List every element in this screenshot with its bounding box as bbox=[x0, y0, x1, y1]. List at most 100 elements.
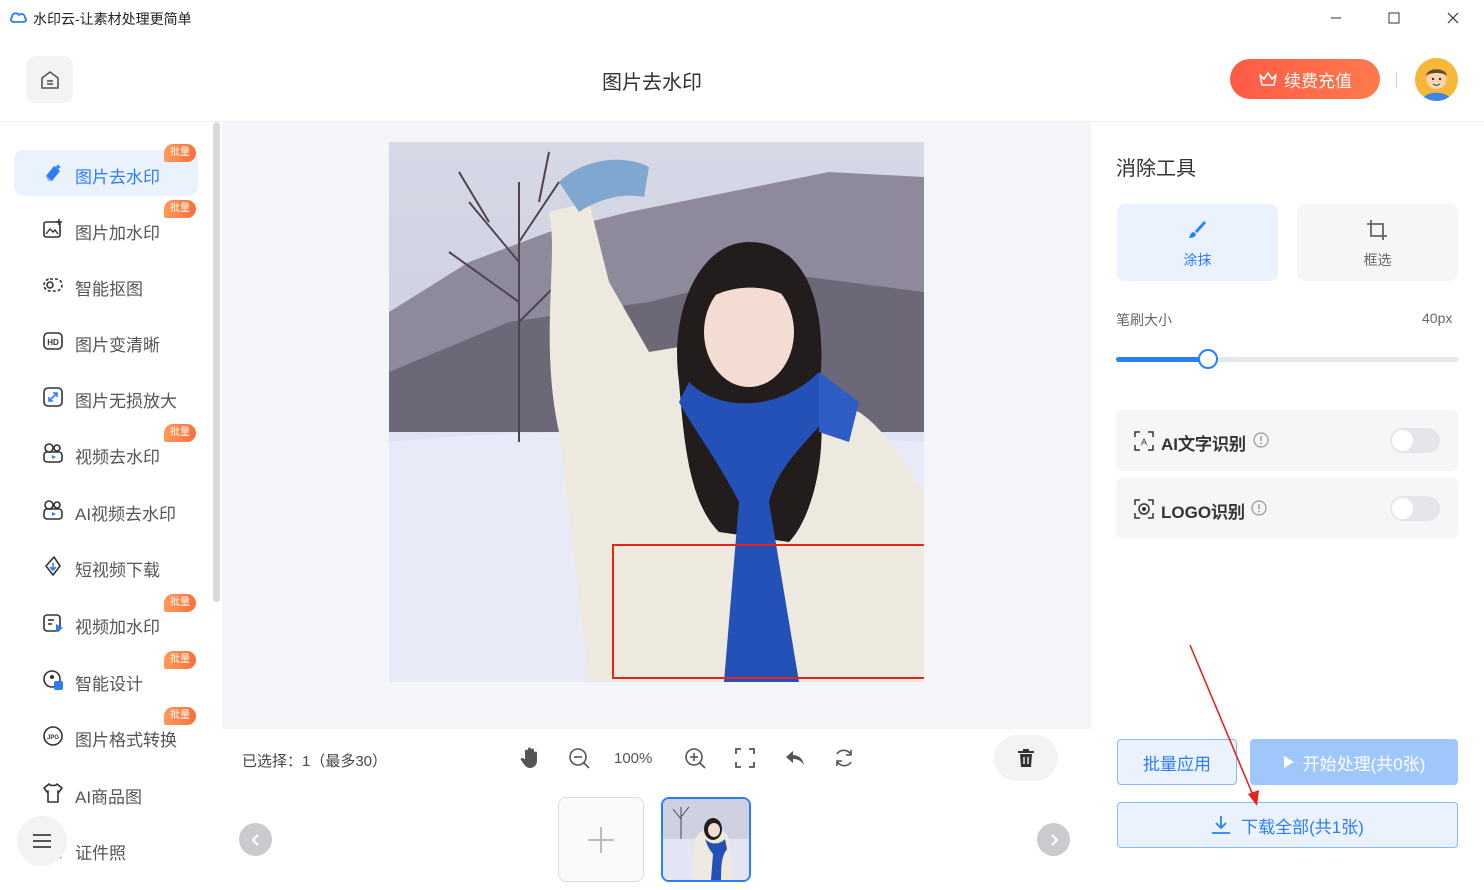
panel-title: 消除工具 bbox=[1116, 158, 1196, 180]
start-process-button[interactable]: 开始处理(共0张) bbox=[1250, 739, 1458, 785]
slider-handle[interactable] bbox=[1198, 349, 1218, 369]
info-icon[interactable] bbox=[1251, 500, 1267, 516]
maximize-button[interactable] bbox=[1371, 0, 1417, 36]
svg-text:JPG: JPG bbox=[47, 735, 59, 741]
info-icon[interactable] bbox=[1253, 432, 1269, 448]
crop-icon bbox=[1367, 220, 1387, 240]
minimize-icon bbox=[1331, 17, 1341, 19]
page-title: 图片去水印 bbox=[602, 72, 702, 94]
sidebar-item-ai-product-image[interactable]: AI商品图 bbox=[14, 770, 198, 816]
sidebar-scrollbar[interactable] bbox=[213, 122, 220, 602]
sidebar-item-label: 证件照 bbox=[75, 844, 126, 863]
sidebar-item-label: 视频加水印 bbox=[75, 618, 160, 637]
enlarge-icon bbox=[43, 387, 63, 407]
image-add-icon bbox=[43, 219, 62, 238]
eraser-tool-panel: 消除工具 涂抹 框选 笔刷大小 40px A AI文字识别 LOGO识别 批量应… bbox=[1091, 122, 1484, 890]
download-all-label: 下载全部(共1张) bbox=[1241, 817, 1364, 837]
reset-button[interactable] bbox=[832, 746, 856, 770]
option-label: LOGO识别 bbox=[1161, 503, 1246, 522]
sidebar-item-video-watermark-add[interactable]: 视频加水印 批量 bbox=[14, 594, 198, 646]
fit-screen-button[interactable] bbox=[733, 746, 757, 770]
brush-size-value: 40px bbox=[1422, 310, 1453, 326]
brush-size-slider[interactable] bbox=[1116, 349, 1458, 369]
thumbnail-illustration bbox=[663, 799, 749, 880]
zoom-in-button[interactable] bbox=[683, 746, 707, 770]
hand-icon bbox=[520, 747, 537, 768]
option-label: AI文字识别 bbox=[1161, 435, 1246, 454]
zoom-in-icon bbox=[685, 748, 706, 769]
chevron-left-icon bbox=[250, 833, 259, 846]
batch-badge: 批量 bbox=[164, 424, 196, 442]
sidebar-item-label: 图片去水印 bbox=[75, 168, 160, 187]
download-all-button[interactable]: 下载全部(共1张) bbox=[1117, 802, 1458, 848]
minimize-button[interactable] bbox=[1313, 0, 1359, 36]
batch-badge: 批量 bbox=[164, 594, 196, 612]
undo-icon bbox=[786, 751, 804, 765]
pan-tool-button[interactable] bbox=[518, 746, 542, 770]
delete-button[interactable] bbox=[994, 735, 1058, 781]
thumbnail-strip bbox=[222, 789, 1091, 890]
toggle-knob bbox=[1392, 430, 1413, 451]
selection-rectangle[interactable] bbox=[612, 544, 924, 679]
sidebar: 图片去水印 批量 图片加水印 批量 智能抠图 HD 图片变清晰 图片无损放大 视… bbox=[0, 122, 222, 890]
brush-icon bbox=[1189, 221, 1206, 238]
batch-badge: 批量 bbox=[164, 144, 196, 162]
add-image-button[interactable] bbox=[558, 797, 644, 882]
more-menu-button[interactable] bbox=[17, 816, 67, 866]
image-canvas[interactable] bbox=[222, 122, 1091, 729]
video-eraser-icon bbox=[43, 443, 63, 463]
sidebar-item-image-watermark-remove[interactable]: 图片去水印 批量 bbox=[14, 144, 198, 196]
canvas-toolbar: 已选择：1（最多30） 100% bbox=[222, 729, 1091, 789]
download-icon bbox=[1212, 816, 1231, 834]
design-icon bbox=[43, 670, 63, 690]
renew-vip-button[interactable]: 续费充值 bbox=[1230, 59, 1380, 99]
eraser-icon bbox=[46, 164, 61, 181]
start-process-label: 开始处理(共0张) bbox=[1302, 754, 1426, 774]
sidebar-item-video-watermark-remove[interactable]: 视频去水印 批量 bbox=[14, 424, 198, 476]
sidebar-item-smart-design[interactable]: 智能设计 批量 bbox=[14, 651, 198, 703]
next-image-button[interactable] bbox=[1037, 823, 1070, 856]
shirt-icon bbox=[43, 783, 63, 803]
app-header: 图片去水印 续费充值 bbox=[0, 36, 1484, 122]
sidebar-item-image-upscale[interactable]: 图片无损放大 bbox=[14, 374, 198, 420]
svg-text:HD: HD bbox=[47, 338, 59, 347]
sidebar-item-label: 图片格式转换 bbox=[75, 731, 177, 750]
sidebar-item-image-sharpen[interactable]: HD 图片变清晰 bbox=[14, 318, 198, 364]
selected-count: 已选择：1（最多30） bbox=[242, 753, 388, 770]
ai-text-toggle[interactable] bbox=[1390, 428, 1440, 453]
close-button[interactable] bbox=[1430, 0, 1476, 36]
logo-toggle[interactable] bbox=[1390, 496, 1440, 521]
batch-badge: 批量 bbox=[164, 200, 196, 218]
renew-vip-label: 续费充值 bbox=[1284, 71, 1352, 91]
user-avatar[interactable] bbox=[1415, 58, 1458, 101]
toggle-knob bbox=[1392, 498, 1413, 519]
undo-button[interactable] bbox=[783, 746, 807, 770]
sidebar-item-image-watermark-add[interactable]: 图片加水印 批量 bbox=[14, 200, 198, 252]
window-title: 水印云-让素材处理更简单 bbox=[33, 11, 192, 27]
sidebar-item-short-video-download[interactable]: 短视频下载 bbox=[14, 543, 198, 589]
tool-brush[interactable]: 涂抹 bbox=[1117, 204, 1278, 281]
sidebar-item-smart-cutout[interactable]: 智能抠图 bbox=[14, 262, 198, 308]
image-thumbnail[interactable] bbox=[661, 797, 751, 882]
sidebar-item-label: 短视频下载 bbox=[75, 561, 160, 580]
refresh-icon bbox=[836, 749, 852, 767]
sidebar-item-ai-video-watermark-remove[interactable]: AI视频去水印 bbox=[14, 487, 198, 533]
zoom-out-button[interactable] bbox=[567, 746, 591, 770]
logo-detect-icon bbox=[1134, 499, 1154, 519]
menu-icon bbox=[33, 834, 51, 848]
sidebar-item-label: 智能抠图 bbox=[75, 280, 143, 299]
edited-image[interactable] bbox=[389, 142, 924, 682]
sidebar-item-label: 图片无损放大 bbox=[75, 392, 177, 411]
sidebar-item-label: 图片加水印 bbox=[75, 224, 160, 243]
ai-text-recognition-row: A AI文字识别 bbox=[1116, 410, 1458, 471]
tool-brush-label: 涂抹 bbox=[1183, 252, 1212, 268]
tool-box-select-label: 框选 bbox=[1363, 252, 1392, 268]
batch-apply-button[interactable]: 批量应用 bbox=[1117, 739, 1237, 785]
sidebar-item-image-format-convert[interactable]: JPG 图片格式转换 批量 bbox=[14, 707, 198, 759]
prev-image-button[interactable] bbox=[239, 823, 272, 856]
close-icon bbox=[1447, 12, 1459, 24]
title-bar: 水印云-让素材处理更简单 bbox=[0, 0, 1484, 36]
batch-badge: 批量 bbox=[164, 651, 196, 669]
tool-box-select[interactable]: 框选 bbox=[1297, 204, 1458, 281]
chevron-right-icon bbox=[1050, 833, 1059, 846]
